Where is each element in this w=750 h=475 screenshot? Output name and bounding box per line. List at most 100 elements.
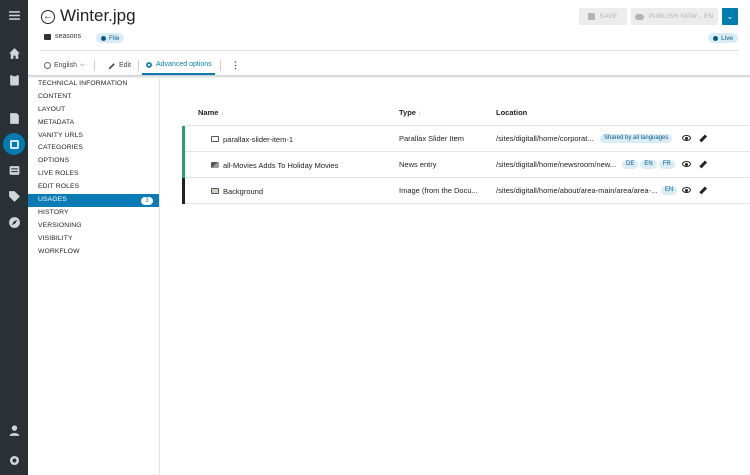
pencil-icon[interactable]: [698, 134, 707, 143]
language-selector[interactable]: English ⌵: [44, 56, 85, 75]
menu-icon[interactable]: [0, 2, 28, 28]
column-header-name-label: Name: [198, 108, 219, 117]
language-chip: FR: [658, 160, 675, 169]
language-chip: EN: [661, 186, 678, 195]
column-header-location: Location: [496, 108, 527, 117]
user-icon[interactable]: [0, 417, 28, 443]
sidebar-item-usages[interactable]: USAGES 3: [28, 194, 159, 207]
pencil-icon[interactable]: [698, 186, 707, 195]
row-location: /sites/digitall/home/about/area-main/are…: [496, 186, 658, 195]
language-chips: EN: [661, 186, 678, 195]
content-media-icon[interactable]: [0, 131, 28, 157]
options-sidebar: TECHNICAL INFORMATION CONTENT LAYOUT MET…: [28, 78, 160, 475]
toolbar-divider: [220, 60, 221, 71]
language-chips: Shared by all languages: [600, 134, 673, 143]
sidebar-item-content[interactable]: CONTENT: [28, 91, 159, 104]
news-icon: [211, 162, 219, 168]
column-header-name[interactable]: Name ↓: [198, 108, 224, 117]
sidebar-item-live-roles[interactable]: LIVE ROLES: [28, 168, 159, 181]
sidebar-item-metadata[interactable]: METADATA: [28, 117, 159, 130]
sort-arrow-icon: ↓: [220, 111, 224, 117]
page-title: Winter.jpg: [60, 6, 136, 25]
publication-status-bar: [182, 152, 185, 178]
column-header-type-label: Type: [399, 108, 416, 117]
language-chips: DE EN FR: [622, 160, 675, 169]
type-chip-label: File: [109, 34, 120, 42]
slider-item-icon: [211, 136, 219, 142]
publication-status-bar: [182, 126, 185, 152]
edit-tab[interactable]: Edit: [108, 56, 131, 75]
save-button[interactable]: SAVE: [579, 8, 627, 25]
status-badge: Live: [708, 33, 738, 43]
tag-icon[interactable]: [0, 183, 28, 209]
pages-icon[interactable]: [0, 105, 28, 131]
sidebar-item-vanity-urls[interactable]: VANITY URLS: [28, 130, 159, 143]
header-divider: [40, 50, 738, 51]
publish-button[interactable]: PUBLISH NOW - EN: [631, 8, 718, 25]
tab-advanced-options[interactable]: Advanced options: [142, 56, 215, 75]
image-icon: [211, 188, 219, 194]
status-badge-label: Live: [721, 34, 733, 42]
row-name: Background: [211, 178, 263, 204]
row-type: Image (from the Docu...: [399, 186, 478, 195]
gear-icon: [146, 61, 152, 68]
row-name-label: Background: [223, 186, 264, 196]
sidebar-item-usages-label: USAGES: [38, 196, 67, 204]
nav-rail: [0, 0, 28, 475]
table-row[interactable]: Background Image (from the Docu... /site…: [182, 178, 750, 204]
row-type: News entry: [399, 160, 437, 169]
row-name-label: parallax-slider-item-1: [223, 134, 294, 144]
editor-header: ← Winter.jpg seasons File Live SAVE PUBL…: [28, 0, 750, 75]
eye-icon[interactable]: [682, 187, 691, 193]
publish-menu-button[interactable]: ⌄: [722, 8, 738, 25]
language-chip: Shared by all languages: [600, 134, 673, 143]
chevron-down-icon: ⌄: [726, 12, 734, 21]
publish-button-label: PUBLISH NOW - EN: [648, 13, 714, 20]
table-row[interactable]: parallax-slider-item-1 Parallax Slider I…: [182, 126, 750, 152]
compass-icon[interactable]: [0, 209, 28, 235]
row-type: Parallax Slider Item: [399, 134, 465, 143]
sidebar-item-layout[interactable]: LAYOUT: [28, 104, 159, 117]
publication-status-bar: [182, 178, 185, 204]
chevron-down-icon: ⌵: [79, 62, 85, 68]
row-name-label: all-Movies Adds To Holiday Movies: [223, 160, 339, 170]
row-location: /sites/digitall/home/corporat...: [496, 134, 594, 143]
list-icon[interactable]: [0, 157, 28, 183]
sidebar-item-visibility[interactable]: VISIBILITY: [28, 233, 159, 246]
app-root: ← Winter.jpg seasons File Live SAVE PUBL…: [0, 0, 750, 475]
column-header-type[interactable]: Type ↓: [399, 108, 421, 117]
pencil-icon: [108, 62, 115, 69]
save-button-label: SAVE: [599, 13, 618, 20]
breadcrumb[interactable]: seasons: [44, 33, 81, 40]
home-icon[interactable]: [0, 40, 28, 66]
folder-icon: [44, 33, 51, 40]
eye-icon[interactable]: [682, 161, 691, 167]
back-arrow-icon[interactable]: ←: [41, 10, 55, 24]
language-label: English: [54, 62, 77, 69]
usages-count-badge: 3: [141, 196, 153, 205]
sidebar-item-technical-information[interactable]: TECHNICAL INFORMATION: [28, 78, 159, 91]
sidebar-item-history[interactable]: HISTORY: [28, 207, 159, 220]
row-name: all-Movies Adds To Holiday Movies: [211, 152, 338, 178]
cloud-icon: [713, 35, 719, 41]
globe-icon: [44, 62, 51, 69]
sidebar-item-versioning[interactable]: VERSIONING: [28, 220, 159, 233]
sidebar-item-categories[interactable]: CATEGORIES: [28, 142, 159, 155]
table-row[interactable]: all-Movies Adds To Holiday Movies News e…: [182, 152, 750, 178]
eye-icon[interactable]: [682, 135, 691, 141]
save-icon: [588, 13, 596, 20]
language-chip: DE: [622, 160, 639, 169]
sidebar-item-options[interactable]: OPTIONS: [28, 155, 159, 168]
row-name: parallax-slider-item-1: [211, 126, 293, 152]
edit-tab-label: Edit: [119, 62, 132, 69]
column-header-location-label: Location: [496, 108, 528, 117]
pencil-icon[interactable]: [698, 160, 707, 169]
settings-icon[interactable]: [0, 447, 28, 473]
file-icon: [101, 35, 106, 41]
toolbar-divider: [138, 60, 139, 71]
sidebar-item-edit-roles[interactable]: EDIT ROLES: [28, 181, 159, 194]
usages-panel: Name ↓ Type ↓ Location parallax-slider-i…: [160, 78, 750, 475]
clipboard-icon[interactable]: [0, 66, 28, 92]
more-options-icon[interactable]: ⋮: [231, 56, 240, 75]
sidebar-item-workflow[interactable]: WORKFLOW: [28, 246, 159, 259]
